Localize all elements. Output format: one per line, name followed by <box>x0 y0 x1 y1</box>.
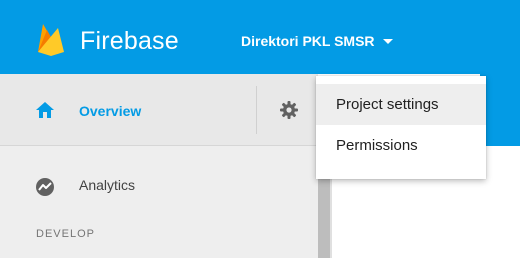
sidebar: Overview Analytics DEVELOP <box>0 74 318 258</box>
gear-icon[interactable] <box>280 101 298 119</box>
menu-item-permissions[interactable]: Permissions <box>316 125 486 166</box>
sidebar-item-analytics[interactable]: Analytics <box>79 177 135 193</box>
top-app-bar: Firebase Direktori PKL SMSR <box>0 0 520 74</box>
app-brand-title[interactable]: Firebase <box>80 27 179 56</box>
analytics-icon <box>36 178 54 196</box>
home-icon <box>36 102 54 118</box>
dropdown-caret-icon <box>382 38 393 44</box>
settings-dropdown-menu: Project settings Permissions <box>316 76 486 179</box>
section-label-develop: DEVELOP <box>36 228 95 240</box>
divider <box>256 86 257 134</box>
project-name: Direktori PKL SMSR <box>241 33 375 49</box>
content-header-strip <box>480 74 520 146</box>
menu-item-project-settings[interactable]: Project settings <box>316 84 486 125</box>
sidebar-item-label: Overview <box>79 103 142 119</box>
project-selector[interactable]: Direktori PKL SMSR <box>241 33 393 49</box>
firebase-logo-icon[interactable] <box>36 22 66 56</box>
sidebar-item-overview[interactable]: Overview <box>0 74 318 146</box>
